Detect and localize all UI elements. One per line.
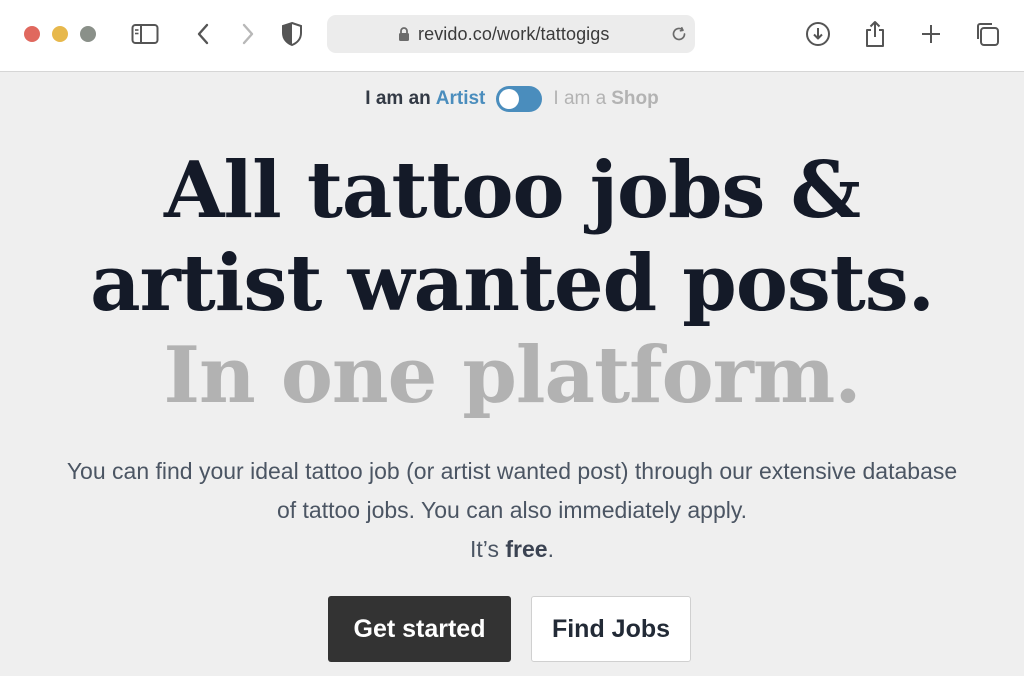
- browser-toolbar: revido.co/work/tattogigs: [0, 0, 1024, 72]
- reload-icon[interactable]: [669, 24, 689, 49]
- address-bar[interactable]: revido.co/work/tattogigs: [327, 15, 695, 53]
- zoom-window-button[interactable]: [80, 26, 96, 42]
- back-arrow-icon[interactable]: [189, 20, 217, 48]
- tab-overview-icon[interactable]: [973, 20, 1001, 48]
- free-suffix: .: [547, 536, 554, 562]
- description-line-3: It’s free.: [0, 530, 1024, 569]
- get-started-button[interactable]: Get started: [328, 596, 511, 662]
- lock-icon: [397, 26, 411, 47]
- hero-headline-line-1: All tattoo jobs &: [163, 145, 861, 236]
- url-text: revido.co/work/tattogigs: [418, 24, 610, 44]
- close-window-button[interactable]: [24, 26, 40, 42]
- toggle-knob: [499, 89, 520, 109]
- hero-description: You can find your ideal tattoo job (or a…: [0, 452, 1024, 569]
- download-icon[interactable]: [804, 20, 832, 48]
- description-line-2: of tattoo jobs. You can also immediately…: [276, 497, 748, 523]
- new-tab-plus-icon[interactable]: [917, 20, 945, 48]
- shop-option[interactable]: Shop: [611, 88, 659, 110]
- share-icon[interactable]: [861, 20, 889, 48]
- free-prefix: It’s: [470, 536, 499, 562]
- shop-prefix: I am a: [553, 88, 607, 109]
- hero-headline-line-2: artist wanted posts.: [90, 238, 935, 329]
- find-jobs-button[interactable]: Find Jobs: [531, 596, 691, 662]
- role-switch: I am an Artist I am a Shop: [0, 84, 1024, 114]
- sidebar-icon[interactable]: [131, 20, 159, 48]
- description-line-1: You can find your ideal tattoo job (or a…: [66, 458, 958, 484]
- role-toggle[interactable]: [496, 86, 543, 112]
- free-emphasis: free: [505, 536, 548, 562]
- artist-prefix: I am an: [365, 88, 431, 109]
- artist-option[interactable]: Artist: [436, 88, 486, 110]
- privacy-shield-icon[interactable]: [278, 20, 306, 48]
- hero-headline-line-3: In one platform.: [163, 330, 862, 421]
- forward-arrow-icon[interactable]: [234, 20, 262, 48]
- minimize-window-button[interactable]: [52, 26, 68, 42]
